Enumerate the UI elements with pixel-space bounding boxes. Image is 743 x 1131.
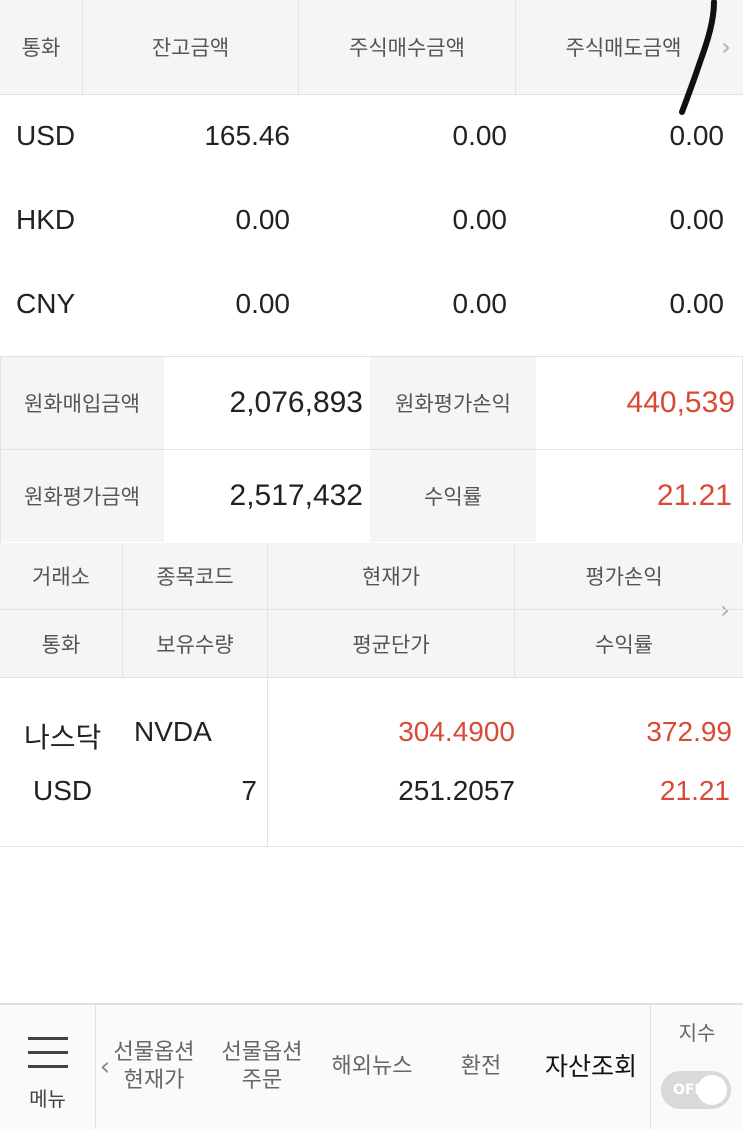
purchase-amount-label: 원화매입금액 <box>0 357 164 449</box>
summary-panel: 원화매입금액 2,076,893 원화평가손익 440,539 원화평가금액 2… <box>0 356 743 544</box>
header-buy-amount: 주식매수금액 <box>349 36 465 60</box>
nav-futures-options-price[interactable]: 선물옵션 현재가 <box>104 1005 204 1129</box>
symbol-code: NVDA <box>134 716 212 747</box>
currency-code: CNY <box>16 288 76 319</box>
eval-pl: 372.99 <box>646 716 732 747</box>
eval-pl-label: 원화평가손익 <box>370 357 536 449</box>
header-current-price: 현재가 <box>362 565 420 589</box>
sell-amount-value: 0.00 <box>669 204 725 235</box>
pen-mark-annotation <box>679 0 717 115</box>
header-currency: 통화 <box>21 36 61 60</box>
divider <box>0 449 743 450</box>
hamburger-icon <box>28 1037 68 1079</box>
header-return-rate: 수익률 <box>595 633 653 657</box>
buy-amount-value: 0.00 <box>452 288 508 319</box>
currency-code: USD <box>16 120 76 151</box>
avg-price: 251.2057 <box>398 775 515 806</box>
nav-label-line1: 선물옵션 <box>113 1040 195 1065</box>
nav-overseas-news[interactable]: 해외뉴스 <box>322 1005 422 1129</box>
scroll-right-icon[interactable]: › <box>715 577 735 643</box>
currency-row[interactable]: USD 165.46 0.00 0.00 <box>0 94 743 178</box>
header-symbol-code: 종목코드 <box>156 565 234 589</box>
holdings-table-header: 거래소 종목코드 현재가 평가손익 통화 보유수량 평균단가 수익률 › <box>0 543 743 678</box>
header-exchange: 거래소 <box>32 565 90 589</box>
header-eval-pl: 평가손익 <box>585 565 663 589</box>
nav-futures-options-order[interactable]: 선물옵션 주문 <box>212 1005 312 1129</box>
currency-code: HKD <box>16 204 76 235</box>
exchange-name: 나스닥 <box>24 721 102 754</box>
return-rate: 21.21 <box>659 775 730 806</box>
divider <box>0 357 1 543</box>
eval-amount-value: 2,517,432 <box>229 479 363 512</box>
buy-amount-value: 0.00 <box>452 204 508 235</box>
index-toggle[interactable]: OFF <box>661 1071 731 1109</box>
menu-label: 메뉴 <box>29 1087 66 1111</box>
divider <box>514 543 515 677</box>
header-currency: 통화 <box>41 633 81 657</box>
holding-row[interactable]: 나스닥 NVDA 304.4900 372.99 USD 7 251.2057 … <box>0 678 743 847</box>
header-avg-price: 평균단가 <box>352 633 430 657</box>
header-quantity: 보유수량 <box>156 633 234 657</box>
divider <box>267 678 268 846</box>
bottom-nav: 메뉴 ‹ 선물옵션 현재가 선물옵션 주문 해외뉴스 환전 자산조회 지수 OF… <box>0 1003 743 1131</box>
balance-value: 0.00 <box>235 204 291 235</box>
menu-button[interactable]: 메뉴 <box>0 1005 95 1129</box>
holding-currency: USD <box>33 775 93 806</box>
nav-label-line2: 현재가 <box>123 1068 185 1093</box>
nav-label-line1: 선물옵션 <box>221 1040 303 1065</box>
sell-amount-value: 0.00 <box>669 288 725 319</box>
currency-table-header: 통화 잔고금액 주식매수금액 주식매도금액 › <box>0 0 743 95</box>
nav-label-line2: 주문 <box>241 1068 283 1093</box>
purchase-amount-value: 2,076,893 <box>229 386 363 419</box>
divider <box>95 1005 96 1129</box>
divider <box>267 543 268 677</box>
nav-exchange[interactable]: 환전 <box>438 1005 524 1129</box>
eval-pl-value: 440,539 <box>626 386 735 419</box>
nav-asset-inquiry[interactable]: 자산조회 <box>538 1005 644 1129</box>
divider <box>0 609 743 610</box>
currency-row[interactable]: CNY 0.00 0.00 0.00 <box>0 262 743 346</box>
index-label: 지수 <box>678 1021 716 1045</box>
buy-amount-value: 0.00 <box>452 120 508 151</box>
eval-amount-label: 원화평가금액 <box>0 450 164 542</box>
return-rate-value: 21.21 <box>656 479 732 512</box>
divider <box>122 543 123 677</box>
balance-value: 0.00 <box>235 288 291 319</box>
currency-row[interactable]: HKD 0.00 0.00 0.00 <box>0 178 743 262</box>
header-balance: 잔고금액 <box>151 36 230 60</box>
balance-value: 165.46 <box>204 120 290 151</box>
current-price: 304.4900 <box>398 716 515 747</box>
toggle-knob <box>697 1075 727 1105</box>
return-rate-label: 수익률 <box>370 450 536 542</box>
holding-quantity: 7 <box>241 775 257 806</box>
